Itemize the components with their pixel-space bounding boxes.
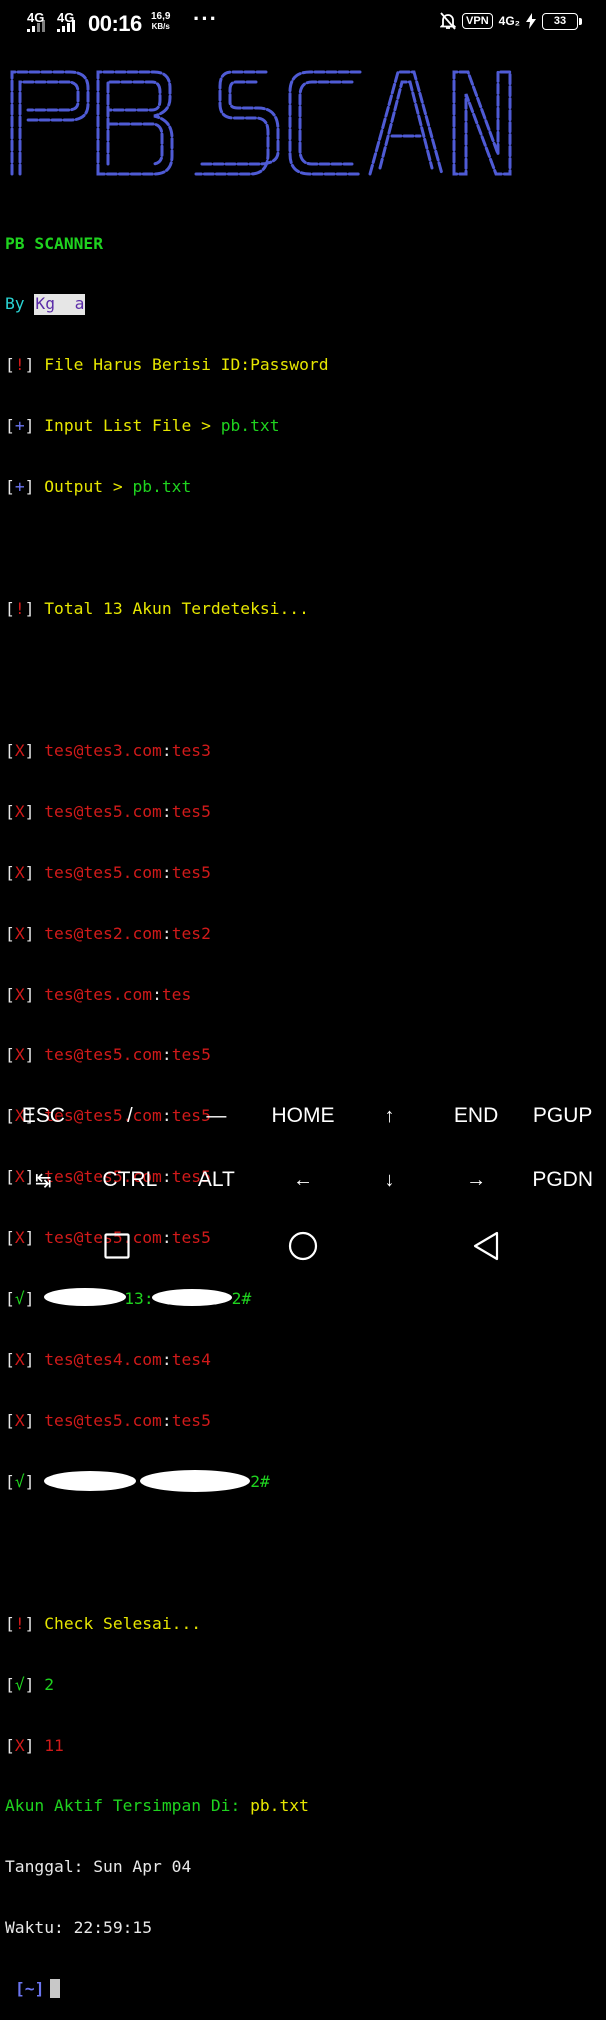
scanner-title: PB SCANNER (5, 233, 104, 253)
redaction-mark (44, 1469, 251, 1492)
ok-count-line: [√] 2 (5, 1674, 55, 1694)
redaction-mark (44, 1288, 127, 1307)
key-tab[interactable]: ↹ (0, 1148, 87, 1212)
check-done-line: [!] Check Selesai... (5, 1613, 202, 1633)
redaction-mark (151, 1289, 232, 1307)
account-row: [X] tes@tes5.com:tes5 (5, 1410, 211, 1430)
key-esc[interactable]: ESC (0, 1084, 87, 1148)
account-row: [X] tes@tes2.com:tes2 (5, 923, 211, 943)
info-line: [!] File Harus Berisi ID:Password (5, 355, 329, 375)
saved-line: Akun Aktif Tersimpan Di: pb.txt (5, 1796, 309, 1816)
shell-prompt[interactable]: [~] (5, 1979, 601, 1999)
account-row: [X] tes@tes5.com:tes5 (5, 801, 211, 821)
pb-scan-ascii-logo (10, 70, 512, 176)
author-badge: Kg a (34, 294, 86, 315)
text-cursor (50, 1979, 61, 1999)
extra-keys-bar: ESC / — HOME ↑ END PGUP ↹ CTRL ALT ← ↓ →… (0, 1084, 606, 1212)
network-type-3: 4G₂ (498, 14, 520, 28)
key-ctrl[interactable]: CTRL (87, 1148, 174, 1212)
time-line: Waktu: 22:59:15 (5, 1918, 153, 1938)
charging-icon (526, 13, 536, 29)
account-row: [X] tes@tes5.com:tes5 (5, 862, 211, 882)
key-down-arrow[interactable]: ↓ (346, 1148, 433, 1212)
back-icon[interactable] (472, 1231, 500, 1261)
vpn-icon: VPN (462, 13, 493, 29)
status-bar: 4G 4G 00:16 16,9 KB/s ··· VPN 4G₂ 33 (0, 0, 606, 48)
fail-count-line: [X] 11 (5, 1735, 64, 1755)
home-icon[interactable] (288, 1231, 318, 1261)
author-line: By Kg a (5, 294, 86, 315)
account-row-live: [√] 2# (5, 1469, 270, 1492)
total-line: [!] Total 13 Akun Terdeteksi... (5, 598, 309, 618)
key-alt[interactable]: ALT (173, 1148, 260, 1212)
output-line: [+] Output > pb.txt (5, 477, 192, 497)
network-speed: 16,9 KB/s (151, 11, 171, 32)
signal-icon-1 (27, 20, 45, 32)
key-dash[interactable]: — (173, 1084, 260, 1148)
battery-icon: 33 (542, 12, 582, 30)
bell-off-icon (440, 12, 457, 30)
key-right-arrow[interactable]: → (433, 1148, 520, 1212)
signal-icon-2 (57, 20, 75, 32)
key-pgdn[interactable]: PGDN (519, 1148, 606, 1212)
navigation-bar (0, 1212, 606, 1280)
key-end[interactable]: END (433, 1084, 520, 1148)
account-row: [X] tes@tes3.com:tes3 (5, 741, 211, 761)
account-row-live: [√] 13: 2# (5, 1288, 252, 1309)
account-row: [X] tes@tes5.com:tes5 (5, 1045, 211, 1065)
clock: 00:16 (88, 11, 142, 36)
account-row: [X] tes@tes4.com:tes4 (5, 1349, 211, 1369)
key-left-arrow[interactable]: ← (260, 1148, 347, 1212)
key-home[interactable]: HOME (260, 1084, 347, 1148)
key-up-arrow[interactable]: ↑ (346, 1084, 433, 1148)
more-notifications-icon: ··· (193, 6, 218, 31)
account-row: [X] tes@tes.com:tes (5, 984, 192, 1004)
input-line: [+] Input List File > pb.txt (5, 416, 280, 436)
key-pgup[interactable]: PGUP (519, 1084, 606, 1148)
key-slash[interactable]: / (87, 1084, 174, 1148)
date-line: Tanggal: Sun Apr 04 (5, 1857, 192, 1877)
recents-icon[interactable] (104, 1233, 130, 1259)
